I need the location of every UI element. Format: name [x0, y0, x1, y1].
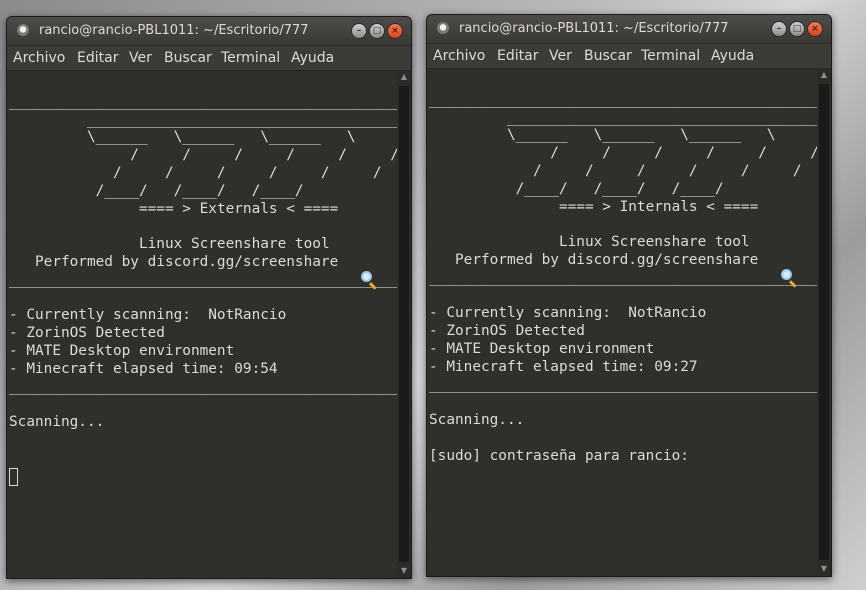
titlebar-right[interactable]: rancio@rancio-PBL1011: ~/Escritorio/777 …: [427, 15, 831, 44]
menubar-right: Archivo Editar Ver Buscar Terminal Ayuda: [427, 44, 831, 68]
terminal-output: ________________________________________…: [429, 91, 831, 464]
menu-archivo[interactable]: Archivo: [13, 50, 65, 66]
magnifying-glass-icon: [781, 269, 799, 288]
terminal-output: ________________________________________…: [9, 93, 411, 431]
maximize-icon[interactable]: □: [369, 23, 385, 39]
window-title: rancio@rancio-PBL1011: ~/Escritorio/777: [39, 23, 309, 38]
scroll-thumb[interactable]: [399, 86, 409, 562]
scroll-up-icon[interactable]: ▲: [817, 68, 831, 82]
maximize-icon[interactable]: □: [789, 21, 805, 37]
scroll-up-icon[interactable]: ▲: [397, 70, 411, 84]
menu-ver[interactable]: Ver: [549, 48, 572, 64]
minimize-icon[interactable]: –: [351, 23, 367, 39]
menu-ver[interactable]: Ver: [129, 50, 152, 66]
terminal-window-right[interactable]: rancio@rancio-PBL1011: ~/Escritorio/777 …: [426, 14, 832, 577]
scrollbar-left[interactable]: ▲ ▼: [397, 70, 411, 578]
terminal-area-left[interactable]: ________________________________________…: [7, 70, 411, 578]
menu-terminal[interactable]: Terminal: [221, 50, 280, 66]
menu-editar[interactable]: Editar: [497, 48, 538, 64]
titlebar-left[interactable]: rancio@rancio-PBL1011: ~/Escritorio/777 …: [7, 17, 411, 46]
magnifying-glass-icon: [361, 271, 379, 290]
scroll-down-icon[interactable]: ▼: [817, 562, 831, 576]
text-cursor: [9, 468, 18, 486]
terminal-icon: [17, 24, 29, 36]
close-icon[interactable]: ×: [387, 23, 403, 39]
menu-editar[interactable]: Editar: [77, 50, 118, 66]
scroll-down-icon[interactable]: ▼: [397, 564, 411, 578]
menu-archivo[interactable]: Archivo: [433, 48, 485, 64]
terminal-area-right[interactable]: ________________________________________…: [427, 68, 831, 576]
menu-buscar[interactable]: Buscar: [584, 48, 632, 64]
terminal-icon: [437, 22, 449, 34]
menu-ayuda[interactable]: Ayuda: [291, 50, 334, 66]
menu-buscar[interactable]: Buscar: [164, 50, 212, 66]
menu-ayuda[interactable]: Ayuda: [711, 48, 754, 64]
close-icon[interactable]: ×: [807, 21, 823, 37]
menubar-left: Archivo Editar Ver Buscar Terminal Ayuda: [7, 46, 411, 70]
terminal-window-left[interactable]: rancio@rancio-PBL1011: ~/Escritorio/777 …: [6, 16, 412, 579]
window-title: rancio@rancio-PBL1011: ~/Escritorio/777: [459, 21, 729, 36]
scroll-thumb[interactable]: [819, 84, 829, 560]
menu-terminal[interactable]: Terminal: [641, 48, 700, 64]
scrollbar-right[interactable]: ▲ ▼: [817, 68, 831, 576]
minimize-icon[interactable]: –: [771, 21, 787, 37]
